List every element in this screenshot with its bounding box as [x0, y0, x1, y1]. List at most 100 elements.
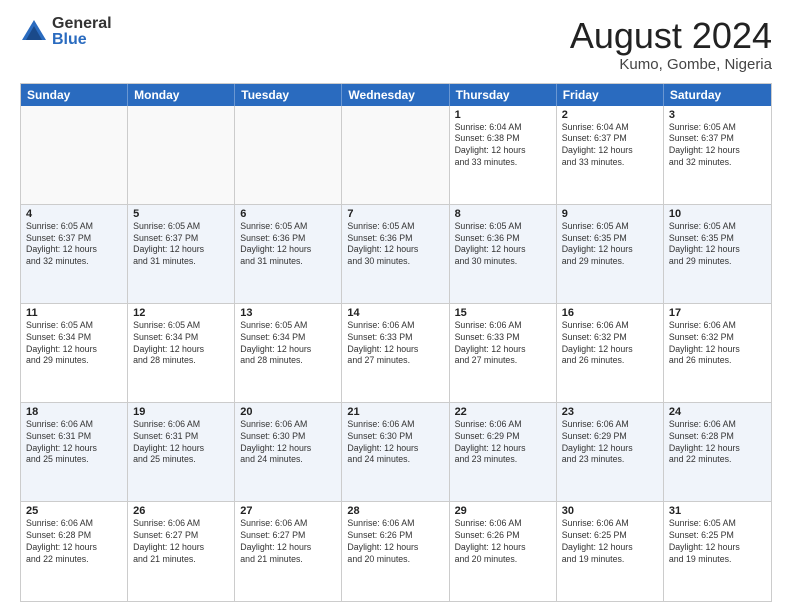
location: Kumo, Gombe, Nigeria: [570, 56, 772, 73]
calendar-cell: 25Sunrise: 6:06 AM Sunset: 6:28 PM Dayli…: [21, 502, 128, 601]
calendar-cell: 1Sunrise: 6:04 AM Sunset: 6:38 PM Daylig…: [450, 106, 557, 204]
day-number: 26: [133, 505, 229, 517]
logo-text: General Blue: [52, 16, 112, 48]
calendar-row-1: 1Sunrise: 6:04 AM Sunset: 6:38 PM Daylig…: [21, 106, 771, 205]
calendar-cell: 31Sunrise: 6:05 AM Sunset: 6:25 PM Dayli…: [664, 502, 771, 601]
day-info: Sunrise: 6:05 AM Sunset: 6:36 PM Dayligh…: [455, 221, 551, 269]
day-info: Sunrise: 6:06 AM Sunset: 6:30 PM Dayligh…: [347, 419, 443, 467]
day-info: Sunrise: 6:06 AM Sunset: 6:32 PM Dayligh…: [669, 320, 766, 368]
calendar-row-3: 11Sunrise: 6:05 AM Sunset: 6:34 PM Dayli…: [21, 304, 771, 403]
day-number: 16: [562, 307, 658, 319]
calendar-cell: [128, 106, 235, 204]
day-info: Sunrise: 6:05 AM Sunset: 6:36 PM Dayligh…: [347, 221, 443, 269]
day-info: Sunrise: 6:06 AM Sunset: 6:31 PM Dayligh…: [26, 419, 122, 467]
calendar-cell: 20Sunrise: 6:06 AM Sunset: 6:30 PM Dayli…: [235, 403, 342, 501]
logo-icon: [20, 18, 48, 46]
title-block: August 2024 Kumo, Gombe, Nigeria: [570, 16, 772, 73]
calendar-body: 1Sunrise: 6:04 AM Sunset: 6:38 PM Daylig…: [21, 106, 771, 601]
calendar-cell: 11Sunrise: 6:05 AM Sunset: 6:34 PM Dayli…: [21, 304, 128, 402]
logo-blue: Blue: [52, 32, 112, 48]
day-info: Sunrise: 6:05 AM Sunset: 6:37 PM Dayligh…: [669, 122, 766, 170]
day-number: 20: [240, 406, 336, 418]
day-info: Sunrise: 6:06 AM Sunset: 6:30 PM Dayligh…: [240, 419, 336, 467]
day-number: 24: [669, 406, 766, 418]
day-number: 2: [562, 109, 658, 121]
day-number: 14: [347, 307, 443, 319]
calendar-cell: 21Sunrise: 6:06 AM Sunset: 6:30 PM Dayli…: [342, 403, 449, 501]
header: General Blue August 2024 Kumo, Gombe, Ni…: [20, 16, 772, 73]
calendar-cell: 7Sunrise: 6:05 AM Sunset: 6:36 PM Daylig…: [342, 205, 449, 303]
day-number: 3: [669, 109, 766, 121]
day-number: 28: [347, 505, 443, 517]
calendar-cell: [21, 106, 128, 204]
calendar-cell: 15Sunrise: 6:06 AM Sunset: 6:33 PM Dayli…: [450, 304, 557, 402]
calendar: SundayMondayTuesdayWednesdayThursdayFrid…: [20, 83, 772, 602]
calendar-cell: 26Sunrise: 6:06 AM Sunset: 6:27 PM Dayli…: [128, 502, 235, 601]
day-number: 27: [240, 505, 336, 517]
day-number: 31: [669, 505, 766, 517]
day-info: Sunrise: 6:06 AM Sunset: 6:27 PM Dayligh…: [240, 518, 336, 566]
calendar-cell: 29Sunrise: 6:06 AM Sunset: 6:26 PM Dayli…: [450, 502, 557, 601]
day-info: Sunrise: 6:05 AM Sunset: 6:35 PM Dayligh…: [669, 221, 766, 269]
calendar-cell: 23Sunrise: 6:06 AM Sunset: 6:29 PM Dayli…: [557, 403, 664, 501]
logo: General Blue: [20, 16, 112, 48]
day-number: 22: [455, 406, 551, 418]
day-info: Sunrise: 6:05 AM Sunset: 6:25 PM Dayligh…: [669, 518, 766, 566]
month-year: August 2024: [570, 16, 772, 56]
calendar-cell: 22Sunrise: 6:06 AM Sunset: 6:29 PM Dayli…: [450, 403, 557, 501]
header-day-monday: Monday: [128, 84, 235, 106]
day-info: Sunrise: 6:06 AM Sunset: 6:31 PM Dayligh…: [133, 419, 229, 467]
day-number: 6: [240, 208, 336, 220]
calendar-cell: [235, 106, 342, 204]
calendar-cell: 12Sunrise: 6:05 AM Sunset: 6:34 PM Dayli…: [128, 304, 235, 402]
calendar-cell: 3Sunrise: 6:05 AM Sunset: 6:37 PM Daylig…: [664, 106, 771, 204]
logo-general: General: [52, 16, 112, 32]
day-info: Sunrise: 6:06 AM Sunset: 6:28 PM Dayligh…: [26, 518, 122, 566]
day-number: 12: [133, 307, 229, 319]
day-info: Sunrise: 6:04 AM Sunset: 6:37 PM Dayligh…: [562, 122, 658, 170]
header-day-friday: Friday: [557, 84, 664, 106]
day-number: 23: [562, 406, 658, 418]
day-info: Sunrise: 6:06 AM Sunset: 6:33 PM Dayligh…: [347, 320, 443, 368]
day-number: 9: [562, 208, 658, 220]
calendar-cell: 13Sunrise: 6:05 AM Sunset: 6:34 PM Dayli…: [235, 304, 342, 402]
day-info: Sunrise: 6:05 AM Sunset: 6:36 PM Dayligh…: [240, 221, 336, 269]
day-info: Sunrise: 6:05 AM Sunset: 6:37 PM Dayligh…: [133, 221, 229, 269]
header-day-wednesday: Wednesday: [342, 84, 449, 106]
day-info: Sunrise: 6:06 AM Sunset: 6:25 PM Dayligh…: [562, 518, 658, 566]
day-number: 30: [562, 505, 658, 517]
calendar-header: SundayMondayTuesdayWednesdayThursdayFrid…: [21, 84, 771, 106]
day-number: 25: [26, 505, 122, 517]
day-info: Sunrise: 6:05 AM Sunset: 6:37 PM Dayligh…: [26, 221, 122, 269]
calendar-cell: 16Sunrise: 6:06 AM Sunset: 6:32 PM Dayli…: [557, 304, 664, 402]
calendar-cell: [342, 106, 449, 204]
day-number: 29: [455, 505, 551, 517]
day-info: Sunrise: 6:06 AM Sunset: 6:33 PM Dayligh…: [455, 320, 551, 368]
day-info: Sunrise: 6:05 AM Sunset: 6:34 PM Dayligh…: [26, 320, 122, 368]
header-day-saturday: Saturday: [664, 84, 771, 106]
page: General Blue August 2024 Kumo, Gombe, Ni…: [0, 0, 792, 612]
day-info: Sunrise: 6:06 AM Sunset: 6:29 PM Dayligh…: [562, 419, 658, 467]
day-number: 5: [133, 208, 229, 220]
day-info: Sunrise: 6:05 AM Sunset: 6:34 PM Dayligh…: [240, 320, 336, 368]
calendar-cell: 2Sunrise: 6:04 AM Sunset: 6:37 PM Daylig…: [557, 106, 664, 204]
day-number: 21: [347, 406, 443, 418]
day-number: 15: [455, 307, 551, 319]
day-info: Sunrise: 6:06 AM Sunset: 6:26 PM Dayligh…: [347, 518, 443, 566]
calendar-cell: 4Sunrise: 6:05 AM Sunset: 6:37 PM Daylig…: [21, 205, 128, 303]
calendar-cell: 9Sunrise: 6:05 AM Sunset: 6:35 PM Daylig…: [557, 205, 664, 303]
calendar-row-5: 25Sunrise: 6:06 AM Sunset: 6:28 PM Dayli…: [21, 502, 771, 601]
header-day-tuesday: Tuesday: [235, 84, 342, 106]
day-number: 11: [26, 307, 122, 319]
day-number: 13: [240, 307, 336, 319]
day-number: 19: [133, 406, 229, 418]
day-number: 7: [347, 208, 443, 220]
day-info: Sunrise: 6:06 AM Sunset: 6:32 PM Dayligh…: [562, 320, 658, 368]
calendar-cell: 28Sunrise: 6:06 AM Sunset: 6:26 PM Dayli…: [342, 502, 449, 601]
day-number: 10: [669, 208, 766, 220]
day-info: Sunrise: 6:05 AM Sunset: 6:35 PM Dayligh…: [562, 221, 658, 269]
calendar-cell: 19Sunrise: 6:06 AM Sunset: 6:31 PM Dayli…: [128, 403, 235, 501]
header-day-sunday: Sunday: [21, 84, 128, 106]
calendar-cell: 18Sunrise: 6:06 AM Sunset: 6:31 PM Dayli…: [21, 403, 128, 501]
calendar-cell: 10Sunrise: 6:05 AM Sunset: 6:35 PM Dayli…: [664, 205, 771, 303]
